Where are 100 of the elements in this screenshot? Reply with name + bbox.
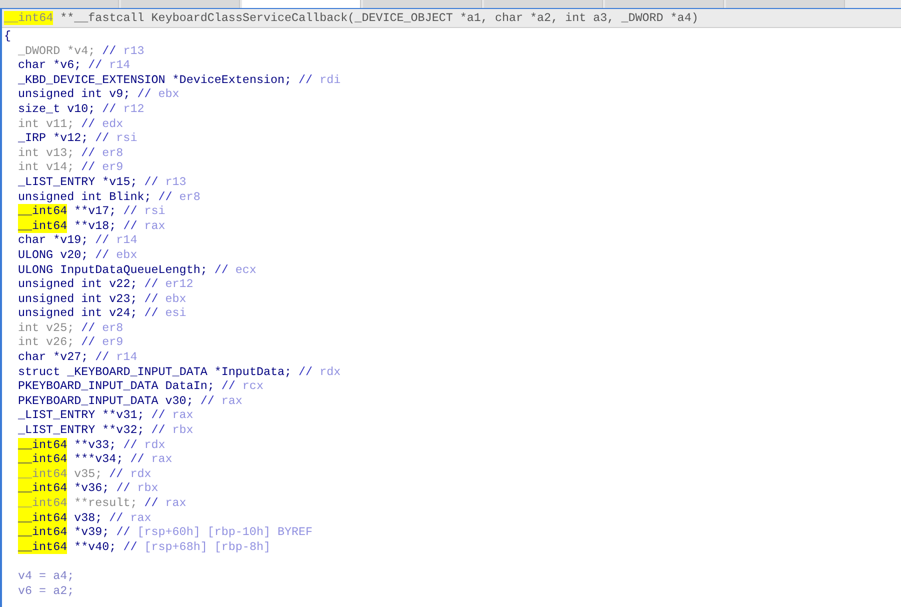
comment-marker: //: [214, 262, 228, 278]
comment-marker: //: [123, 438, 138, 452]
variable-declarator: *InputData;: [214, 364, 292, 380]
type-name: ULONG: [18, 248, 54, 262]
register-comment: edx: [102, 116, 124, 132]
variable-declarator: v20;: [60, 248, 88, 262]
comment-marker: //: [102, 44, 116, 58]
variable-declarator: v24;: [109, 306, 138, 321]
comment-marker: //: [200, 394, 214, 408]
register-comment: er8: [102, 146, 124, 160]
register-comment: r14: [116, 233, 138, 248]
variable-declarator: v13;: [46, 146, 74, 160]
comment-marker: //: [81, 116, 96, 132]
comment-marker: //: [95, 350, 110, 365]
comment-marker: //: [123, 540, 138, 554]
type-name: __int64: [18, 540, 68, 554]
comment-marker: //: [109, 466, 124, 482]
register-comment: er8: [179, 190, 200, 204]
type-name: int: [18, 146, 40, 160]
register-comment: rbx: [137, 481, 158, 496]
register-comment: ecx: [235, 262, 256, 278]
variable-declarator: v26;: [46, 335, 74, 350]
register-comment: rbx: [172, 423, 194, 438]
variable-declarator: *v27;: [53, 350, 88, 365]
comment-marker: //: [130, 452, 144, 467]
type-name: ULONG: [18, 262, 54, 278]
register-comment: r14: [116, 350, 138, 365]
comment-marker: //: [151, 408, 166, 424]
comment-marker: //: [144, 496, 158, 511]
register-comment: rax: [221, 394, 242, 408]
return-type: __int64: [4, 11, 54, 25]
register-comment: ebx: [116, 248, 138, 262]
register-comment: rsi: [116, 131, 138, 146]
type-name: unsigned int: [18, 306, 102, 321]
comment-marker: //: [81, 160, 96, 175]
code-statement: v4 = a4;: [18, 568, 74, 584]
variable-declarator: Blink;: [109, 190, 152, 204]
type-name: struct _KEYBOARD_INPUT_DATA: [18, 364, 208, 380]
type-name: PKEYBOARD_INPUT_DATA: [18, 379, 158, 394]
register-comment: esi: [165, 306, 186, 321]
comment-marker: //: [95, 248, 110, 262]
type-name: __int64: [18, 481, 68, 496]
register-comment: ebx: [158, 87, 180, 102]
comment-marker: //: [158, 190, 172, 204]
variable-declarator: v9;: [109, 87, 130, 102]
register-comment: r13: [123, 44, 144, 58]
variable-declarator: v11;: [46, 116, 74, 132]
comment-marker: //: [151, 423, 166, 438]
variable-declarator: **v32;: [102, 423, 144, 438]
type-name: unsigned int: [18, 292, 102, 306]
type-name: __int64: [18, 204, 68, 219]
type-name: int: [18, 335, 40, 350]
variable-declarator: *v19;: [53, 233, 88, 248]
type-name: _LIST_ENTRY: [18, 408, 96, 424]
type-name: __int64: [18, 510, 68, 526]
comment-marker: //: [109, 510, 124, 526]
type-name: size_t: [18, 102, 60, 117]
function-signature: **__fastcall KeyboardClassServiceCallback(_DEVICE_OBJECT *a1, char *a2, int a3, _DWORD *a4): [60, 11, 698, 25]
variable-declarator: **v17;: [74, 204, 116, 219]
variable-declarator: InputDataQueueLength;: [60, 262, 208, 278]
variable-declarator: **v31;: [102, 408, 144, 424]
comment-marker: //: [221, 379, 236, 394]
comment-marker: //: [88, 58, 102, 73]
type-name: __int64: [18, 218, 68, 234]
register-comment: rsi: [144, 204, 166, 219]
type-name: _KBD_DEVICE_EXTENSION: [18, 72, 166, 88]
register-comment: rax: [172, 408, 194, 424]
comment-marker: //: [81, 320, 96, 336]
variable-declarator: *v36;: [74, 481, 110, 496]
register-comment: rax: [144, 218, 166, 234]
variable-declarator: v35;: [74, 466, 102, 482]
register-comment: rax: [130, 510, 152, 526]
variable-declarator: v25;: [46, 320, 74, 336]
type-name: char: [18, 58, 46, 73]
type-name: unsigned int: [18, 277, 102, 292]
type-name: int: [18, 160, 40, 175]
type-name: unsigned int: [18, 87, 102, 102]
variable-declarator: *v39;: [74, 525, 110, 540]
type-name: PKEYBOARD_INPUT_DATA: [18, 394, 158, 408]
register-comment: r12: [123, 102, 144, 117]
type-name: int: [18, 320, 40, 336]
register-comment: er9: [102, 335, 124, 350]
variable-declarator: **result;: [74, 496, 138, 511]
register-comment: er9: [102, 160, 124, 175]
comment-marker: //: [144, 174, 158, 190]
variable-declarator: v30;: [165, 394, 194, 408]
type-name: __int64: [18, 525, 68, 540]
type-name: __int64: [18, 452, 68, 467]
variable-declarator: v38;: [74, 510, 102, 526]
variable-declarator: ***v34;: [74, 452, 124, 467]
comment-marker: //: [95, 233, 110, 248]
variable-declarator: **v33;: [74, 438, 116, 452]
comment-marker: //: [123, 204, 138, 219]
type-name: __int64: [18, 496, 68, 511]
type-name: _LIST_ENTRY: [18, 174, 96, 190]
type-name: __int64: [18, 438, 68, 452]
type-name: __int64: [18, 466, 68, 482]
comment-marker: //: [95, 131, 110, 146]
comment-marker: //: [137, 87, 152, 102]
variable-declarator: v22;: [109, 277, 138, 292]
